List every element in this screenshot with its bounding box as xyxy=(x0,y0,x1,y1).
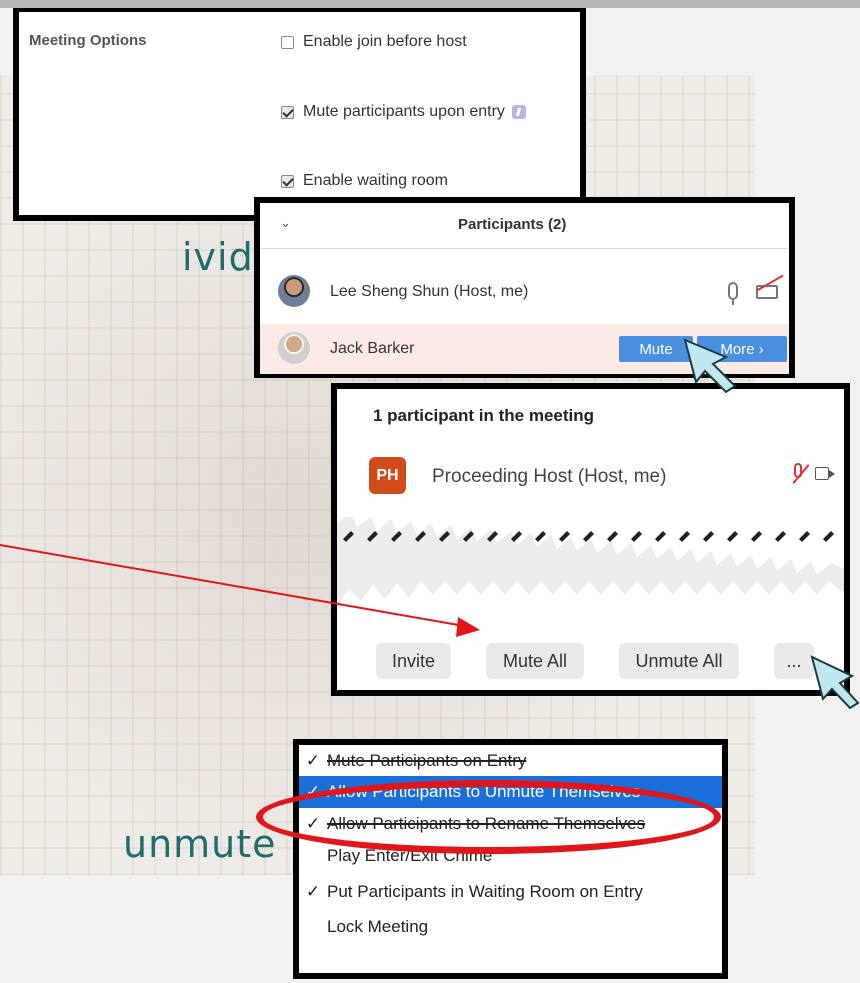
pointer-line xyxy=(0,544,471,628)
cursor-icon xyxy=(810,655,860,710)
annotation-overlay xyxy=(0,338,860,710)
arrowhead-icon xyxy=(456,617,480,637)
cursor-icon xyxy=(683,338,737,394)
